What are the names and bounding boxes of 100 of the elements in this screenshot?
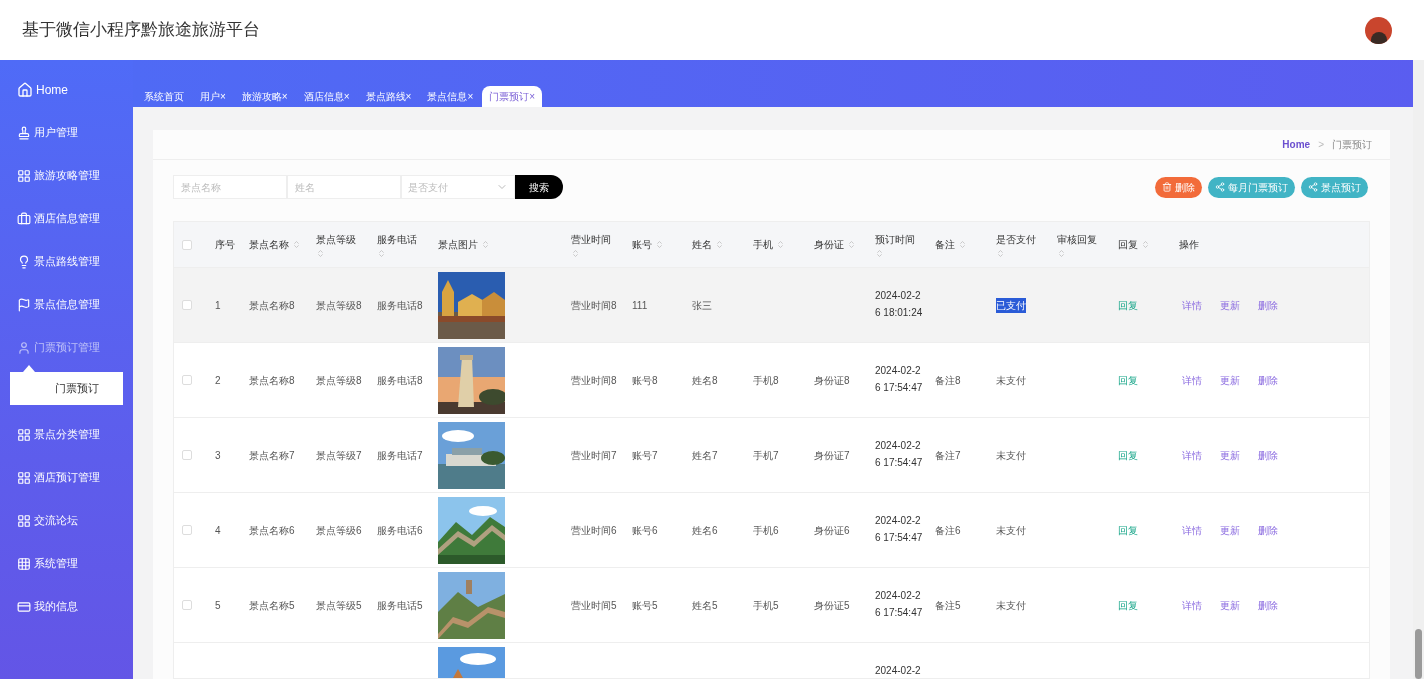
table-cell-text: 身份证7 <box>814 448 850 463</box>
reply-link[interactable]: 回复 <box>1118 297 1138 313</box>
delete-button[interactable]: 删除 <box>1155 176 1202 198</box>
reply-link[interactable]: 回复 <box>1118 597 1138 613</box>
home-icon <box>17 81 33 98</box>
action-link[interactable]: 删除 <box>1258 522 1278 538</box>
sort-icon[interactable] <box>571 248 580 258</box>
sort-icon[interactable] <box>715 240 724 249</box>
sidebar-item[interactable]: 酒店预订管理 <box>0 464 133 491</box>
sidebar-item[interactable]: 交流论坛 <box>0 507 133 534</box>
action-link[interactable]: 更新 <box>1220 447 1240 463</box>
tab[interactable]: 景点信息× <box>420 86 481 107</box>
sidebar-item[interactable]: 系统管理 <box>0 550 133 577</box>
table-cell-text: 账号5 <box>632 598 658 613</box>
trash-icon <box>1162 182 1172 192</box>
action-link[interactable]: 删除 <box>1258 297 1278 313</box>
table-cell-text: 备注7 <box>935 448 961 463</box>
column-header: 账号 <box>632 238 652 252</box>
action-link[interactable]: 更新 <box>1220 372 1240 388</box>
menu-icon <box>17 340 31 355</box>
action-link[interactable]: 详情 <box>1182 447 1202 463</box>
sort-icon[interactable] <box>958 240 967 249</box>
sidebar-item[interactable]: Home <box>0 76 133 103</box>
avatar[interactable] <box>1365 16 1392 44</box>
checkbox[interactable] <box>182 239 192 250</box>
sort-icon[interactable] <box>292 240 301 249</box>
sort-icon[interactable] <box>316 248 325 258</box>
checkbox[interactable] <box>182 300 192 310</box>
menu-icon <box>17 254 31 269</box>
share-icon <box>1215 182 1225 192</box>
submenu-item[interactable]: 门票预订 <box>10 372 123 405</box>
sidebar-item[interactable]: 景点路线管理 <box>0 248 133 275</box>
action-link[interactable]: 详情 <box>1182 372 1202 388</box>
reply-link[interactable]: 回复 <box>1118 447 1138 463</box>
tab[interactable]: 景点路线× <box>358 86 419 107</box>
sort-icon[interactable] <box>776 240 785 249</box>
table-cell-text: 2024-02-26 17:54:47 <box>875 364 924 395</box>
tab[interactable]: 系统首页 <box>137 86 191 107</box>
column-header: 服务电话 <box>377 232 417 247</box>
reply-link[interactable]: 回复 <box>1118 372 1138 388</box>
sort-icon[interactable] <box>996 248 1005 258</box>
sidebar-item[interactable]: 用户管理 <box>0 119 133 146</box>
table-cell-text: 未支付 <box>996 448 1026 463</box>
action-link[interactable]: 更新 <box>1220 297 1240 313</box>
action-link[interactable]: 更新 <box>1220 597 1240 613</box>
table-cell-text: 手机8 <box>753 373 779 388</box>
table-cell-text: 未支付 <box>996 373 1026 388</box>
table-cell-text: 身份证5 <box>814 598 850 613</box>
tab[interactable]: 酒店信息× <box>296 86 357 107</box>
sort-icon[interactable] <box>847 240 856 249</box>
checkbox[interactable] <box>182 375 192 385</box>
sort-icon[interactable] <box>377 248 386 258</box>
sidebar-item[interactable]: 景点信息管理 <box>0 291 133 318</box>
column-header: 身份证 <box>814 238 844 252</box>
table-cell-text: 2024-02-26 18:01:24 <box>875 289 924 320</box>
action-link[interactable]: 详情 <box>1182 597 1202 613</box>
column-header: 营业时间 <box>571 232 611 247</box>
input-field[interactable]: 姓名 <box>287 175 401 199</box>
input-field[interactable]: 景点名称 <box>173 175 287 199</box>
app-title: 基于微信小程序黔旅途旅游平台 <box>22 19 260 42</box>
share-button[interactable]: 景点预订 <box>1301 176 1368 198</box>
sort-icon[interactable] <box>655 240 664 249</box>
table-cell-text: 账号7 <box>632 448 658 463</box>
action-link[interactable]: 删除 <box>1258 372 1278 388</box>
sidebar-item[interactable]: 门票预订管理 <box>0 334 133 361</box>
action-link[interactable]: 详情 <box>1182 297 1202 313</box>
table-cell-text: 未支付 <box>996 598 1026 613</box>
table-cell-text: 备注5 <box>935 598 961 613</box>
table-cell-text: 手机6 <box>753 523 779 538</box>
sidebar-item[interactable]: 我的信息 <box>0 593 133 620</box>
sort-icon[interactable] <box>1057 248 1066 258</box>
action-link[interactable]: 删除 <box>1258 597 1278 613</box>
table-cell-text: 景点等级5 <box>316 598 362 613</box>
table-cell-text: 备注8 <box>935 373 961 388</box>
checkbox[interactable] <box>182 600 192 610</box>
checkbox[interactable] <box>182 450 192 460</box>
column-header: 回复 <box>1118 238 1138 252</box>
column-header: 手机 <box>753 238 773 252</box>
sort-icon[interactable] <box>875 248 884 258</box>
tab[interactable]: 门票预订× <box>482 86 543 107</box>
sort-icon[interactable] <box>481 240 490 249</box>
share-button[interactable]: 每月门票预订 <box>1208 176 1295 198</box>
action-link[interactable]: 详情 <box>1182 522 1202 538</box>
action-link[interactable]: 删除 <box>1258 447 1278 463</box>
sidebar-item[interactable]: 景点分类管理 <box>0 421 133 448</box>
table-cell-text: 景点等级6 <box>316 523 362 538</box>
column-header: 景点图片 <box>438 238 478 252</box>
reply-link[interactable]: 回复 <box>1118 522 1138 538</box>
search-button[interactable]: 搜索 <box>515 175 563 199</box>
checkbox[interactable] <box>182 525 192 535</box>
tab[interactable]: 旅游攻略× <box>234 86 295 107</box>
table-cell-text: 2024-02-26 17:54:47 <box>875 514 924 545</box>
table-cell-text: 景点等级7 <box>316 448 362 463</box>
sidebar-item[interactable]: 旅游攻略管理 <box>0 162 133 189</box>
breadcrumb-link[interactable]: Home <box>1282 137 1311 152</box>
share-icon <box>1308 182 1318 192</box>
sidebar-item[interactable]: 酒店信息管理 <box>0 205 133 232</box>
tab[interactable]: 用户× <box>193 86 233 107</box>
action-link[interactable]: 更新 <box>1220 522 1240 538</box>
sort-icon[interactable] <box>1141 240 1150 249</box>
